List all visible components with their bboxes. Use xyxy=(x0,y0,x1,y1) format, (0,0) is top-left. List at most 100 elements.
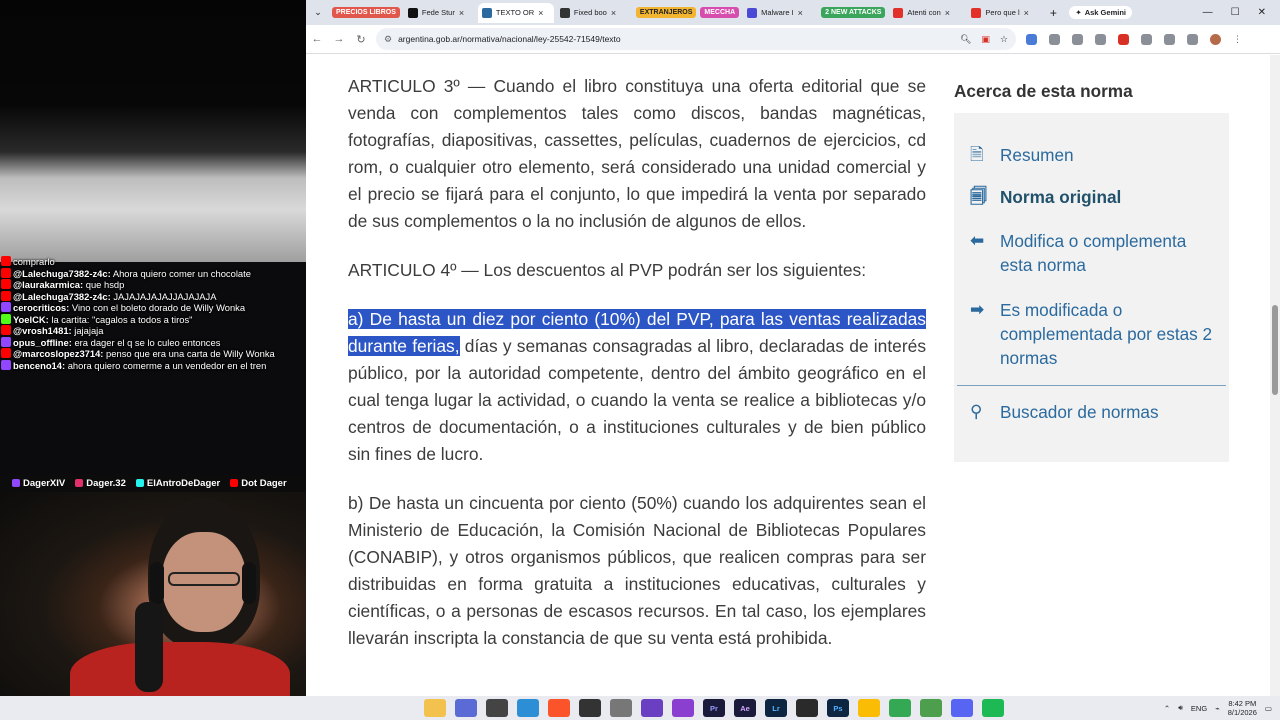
app-icon[interactable] xyxy=(796,699,818,717)
app-icon[interactable] xyxy=(672,699,694,717)
premiere-icon[interactable]: Pr xyxy=(703,699,725,717)
chat-text: era dager el q se lo culeo entonces xyxy=(74,336,221,348)
close-icon[interactable]: × xyxy=(459,8,464,18)
close-icon[interactable]: × xyxy=(798,8,803,18)
browser-toolbar: ← → ↻ ⚙ argentina.gob.ar/normativa/nacio… xyxy=(306,25,1280,54)
tab-fixed-book[interactable]: Fixed boo × xyxy=(556,3,634,23)
app-icon[interactable] xyxy=(610,699,632,717)
tab-group-precios-libros[interactable]: PRECIOS LIBROS xyxy=(332,7,400,18)
extension-icon[interactable] xyxy=(1026,33,1037,45)
chat-username: benceno14: xyxy=(13,359,66,371)
chat-message: @vrosh1481: jajajaja xyxy=(1,325,306,337)
page-scrollbar[interactable] xyxy=(1270,55,1280,696)
chat-message: @marcoslopez3714: penso que era una cart… xyxy=(1,348,306,360)
close-window-icon[interactable]: ✕ xyxy=(1258,7,1266,18)
visual-studio-icon[interactable] xyxy=(641,699,663,717)
article-4: ARTICULO 4º — Los descuentos al PVP podr… xyxy=(348,260,867,280)
language-indicator[interactable]: ENG xyxy=(1191,704,1207,713)
sidebar-item-norma-original[interactable]: 🗐︎ Norma original xyxy=(970,185,1121,209)
sidebar-nav: 🗎︎ Resumen 🗐︎ Norma original ⬅ Modifica o c… xyxy=(954,113,1229,462)
close-icon[interactable]: × xyxy=(945,8,950,18)
chat-username: @vrosh1481: xyxy=(13,325,72,336)
close-icon[interactable]: × xyxy=(611,8,616,18)
chevron-up-icon[interactable]: ⌃ xyxy=(1164,704,1170,713)
obs-icon[interactable] xyxy=(579,699,601,717)
sidebar-item-modificada[interactable]: ➡ Es modificada o complementada por estas… xyxy=(970,298,1222,370)
extension-icon[interactable] xyxy=(1095,33,1106,45)
close-icon[interactable]: × xyxy=(538,8,543,18)
discord-icon[interactable] xyxy=(951,699,973,717)
maximize-icon[interactable]: ☐ xyxy=(1231,7,1240,18)
stream-socials: DagerXIV Dager.32 ElAntroDeDager Dot Dag… xyxy=(0,474,306,492)
extension-icon[interactable] xyxy=(1072,33,1083,45)
site-favicon-icon xyxy=(893,7,904,18)
spotify-icon[interactable] xyxy=(982,699,1004,717)
vscode-icon[interactable] xyxy=(517,699,539,717)
photoshop-icon[interactable]: Ps xyxy=(827,699,849,717)
sidebar-item-modifica[interactable]: ⬅ Modifica o complementa esta norma xyxy=(970,229,1220,277)
bookmark-star-icon[interactable]: ☆ xyxy=(1000,34,1008,45)
lightroom-icon[interactable]: Lr xyxy=(765,699,787,717)
chat-username: @Lalechuga7382-z4c: xyxy=(13,267,111,279)
platform-badge-icon xyxy=(1,325,11,335)
article-4-a: a) De hasta un diez por ciento (10%) del… xyxy=(348,309,927,464)
file-explorer-icon[interactable] xyxy=(424,699,446,717)
stream-overlay: comprarlo @Lalechuga7382-z4c: Ahora quier… xyxy=(0,0,306,700)
tab-pero-que[interactable]: Pero que l × xyxy=(967,3,1041,23)
reload-icon[interactable]: ↻ xyxy=(350,33,372,46)
extension-icon[interactable] xyxy=(1049,33,1060,45)
wikipedia-icon xyxy=(559,7,570,18)
app-icon[interactable] xyxy=(455,699,477,717)
extensions-puzzle-icon[interactable] xyxy=(1164,33,1175,45)
chat-text: penso que era una carta de Willy Wonka xyxy=(106,348,275,359)
article-4-b: b) De hasta un cincuenta por ciento (50%… xyxy=(348,493,926,648)
chat-text: que hsdp xyxy=(85,279,125,290)
notification-icon[interactable]: ▭ xyxy=(1265,704,1272,713)
app-icon[interactable] xyxy=(920,699,942,717)
after-effects-icon[interactable]: Ae xyxy=(734,699,756,717)
law-text: ARTICULO 3º — Cuando el libro constituya… xyxy=(348,55,926,674)
platform-badge-icon xyxy=(1,302,11,312)
tab-malware[interactable]: Malware I × xyxy=(743,3,819,23)
chat-text: la cartita: "cagalos a todos a tiros" xyxy=(51,313,193,325)
sidebar-item-buscador[interactable]: ⚲ Buscador de normas xyxy=(970,400,1159,424)
tab-search-icon[interactable]: ⌄ xyxy=(310,5,326,21)
chrome-icon[interactable] xyxy=(858,699,880,717)
site-favicon-icon xyxy=(747,7,758,18)
terminal-icon[interactable] xyxy=(486,699,508,717)
taskbar-apps: Pr Ae Lr Ps xyxy=(424,699,1004,717)
window-controls: — ☐ ✕ xyxy=(1203,7,1280,18)
forward-icon[interactable]: → xyxy=(328,33,350,45)
tab-fede[interactable]: Fede Stur × xyxy=(404,3,476,23)
sidebar-item-resumen[interactable]: 🗎︎ Resumen xyxy=(970,143,1074,167)
address-bar[interactable]: ⚙ argentina.gob.ar/normativa/nacional/le… xyxy=(376,28,1016,50)
stream-chat: comprarlo @Lalechuga7382-z4c: Ahora quier… xyxy=(0,256,306,474)
search-icon: ⚲ xyxy=(970,402,983,421)
side-panel-icon[interactable] xyxy=(1187,33,1198,45)
site-info-icon[interactable]: ⚙ xyxy=(384,34,392,45)
extension-icon[interactable] xyxy=(1141,33,1152,45)
chrome-icon[interactable] xyxy=(889,699,911,717)
back-icon[interactable]: ← xyxy=(306,33,328,45)
cast-icon[interactable]: ▣ xyxy=(981,34,990,45)
tab-group-new-attacks[interactable]: 2 NEW ATTACKS xyxy=(821,7,886,18)
chat-message: comprarlo xyxy=(1,256,306,268)
clock[interactable]: 8:42 PM 8/1/2026 xyxy=(1228,699,1257,717)
chat-message: opus_offline: era dager el q se lo culeo… xyxy=(1,336,306,349)
tab-texto-original[interactable]: TEXTO OR × xyxy=(477,2,554,23)
zoom-icon[interactable]: 🔍︎ xyxy=(960,34,971,45)
new-tab-button[interactable]: + xyxy=(1045,6,1061,20)
tab-atenti[interactable]: Atenti con × xyxy=(889,3,965,23)
extension-icon[interactable] xyxy=(1118,33,1129,45)
scrollbar-thumb[interactable] xyxy=(1272,305,1278,395)
network-icon[interactable]: ⌁ xyxy=(1215,704,1220,713)
brave-icon[interactable] xyxy=(548,699,570,717)
ask-gemini-button[interactable]: ✦ Ask Gemini xyxy=(1069,6,1132,19)
tab-group-extranjeros[interactable]: EXTRANJEROS xyxy=(635,7,697,18)
speaker-icon[interactable]: 🔊︎ xyxy=(1178,703,1183,713)
close-icon[interactable]: × xyxy=(1024,8,1029,18)
tab-group-meccha[interactable]: MECCHA xyxy=(700,7,740,18)
profile-avatar-icon[interactable] xyxy=(1210,33,1221,45)
minimize-icon[interactable]: — xyxy=(1203,7,1213,18)
menu-kebab-icon[interactable]: ⋮ xyxy=(1233,34,1242,45)
